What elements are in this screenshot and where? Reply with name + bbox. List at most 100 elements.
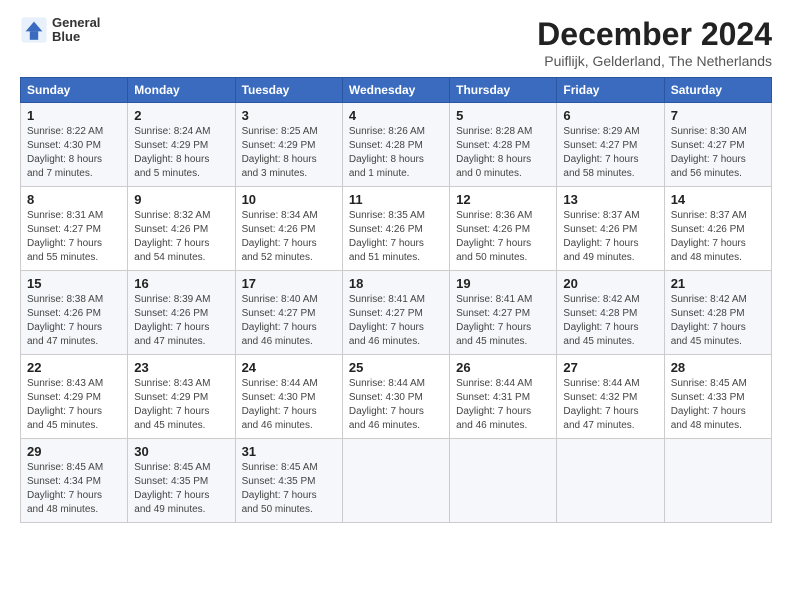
daylight-label: Daylight: 8 hours bbox=[242, 154, 317, 165]
col-header-wednesday: Wednesday bbox=[342, 78, 449, 103]
day-cell-3: 3Sunrise: 8:25 AMSunset: 4:29 PMDaylight… bbox=[235, 103, 342, 187]
day-detail: Sunrise: 8:44 AMSunset: 4:30 PMDaylight:… bbox=[242, 377, 336, 433]
sunset-text: Sunset: 4:28 PM bbox=[563, 308, 637, 319]
title-area: December 2024 Puiflijk, Gelderland, The … bbox=[537, 16, 772, 69]
sunrise-text: Sunrise: 8:24 AM bbox=[134, 126, 210, 137]
sunrise-text: Sunrise: 8:44 AM bbox=[563, 378, 639, 389]
day-cell-6: 6Sunrise: 8:29 AMSunset: 4:27 PMDaylight… bbox=[557, 103, 664, 187]
daylight-minutes: and 5 minutes. bbox=[134, 168, 200, 179]
day-number: 17 bbox=[242, 276, 336, 291]
day-number: 12 bbox=[456, 192, 550, 207]
day-detail: Sunrise: 8:41 AMSunset: 4:27 PMDaylight:… bbox=[349, 293, 443, 349]
daylight-label: Daylight: 7 hours bbox=[563, 322, 638, 333]
daylight-minutes: and 55 minutes. bbox=[27, 252, 98, 263]
sunrise-text: Sunrise: 8:25 AM bbox=[242, 126, 318, 137]
daylight-label: Daylight: 7 hours bbox=[563, 154, 638, 165]
day-number: 29 bbox=[27, 444, 121, 459]
day-number: 1 bbox=[27, 108, 121, 123]
daylight-label: Daylight: 8 hours bbox=[349, 154, 424, 165]
day-number: 10 bbox=[242, 192, 336, 207]
daylight-label: Daylight: 7 hours bbox=[671, 322, 746, 333]
day-detail: Sunrise: 8:28 AMSunset: 4:28 PMDaylight:… bbox=[456, 125, 550, 181]
day-cell-1: 1 Sunrise: 8:22 AMSunset: 4:30 PMDaylight… bbox=[21, 103, 128, 187]
sunset-text: Sunset: 4:35 PM bbox=[242, 476, 316, 487]
daylight-label: Daylight: 7 hours bbox=[349, 322, 424, 333]
day-number: 8 bbox=[27, 192, 121, 207]
day-detail: Sunrise: 8:41 AMSunset: 4:27 PMDaylight:… bbox=[456, 293, 550, 349]
daylight-minutes: and 45 minutes. bbox=[563, 336, 634, 347]
day-detail: Sunrise: 8:30 AMSunset: 4:27 PMDaylight:… bbox=[671, 125, 765, 181]
day-cell-4: 4Sunrise: 8:26 AMSunset: 4:28 PMDaylight… bbox=[342, 103, 449, 187]
sunset-text: Sunset: 4:26 PM bbox=[134, 224, 208, 235]
day-number: 22 bbox=[27, 360, 121, 375]
logo-text: General Blue bbox=[52, 16, 100, 45]
day-number: 13 bbox=[563, 192, 657, 207]
day-cell-10: 10 Sunrise: 8:34 AMSunset: 4:26 PMDayligh… bbox=[235, 187, 342, 271]
day-cell-31: 31Sunrise: 8:45 AMSunset: 4:35 PMDayligh… bbox=[235, 439, 342, 523]
daylight-minutes: and 52 minutes. bbox=[242, 252, 313, 263]
day-cell-5: 5Sunrise: 8:28 AMSunset: 4:28 PMDaylight… bbox=[450, 103, 557, 187]
day-detail: Sunrise: 8:34 AMSunset: 4:26 PMDaylight:… bbox=[242, 209, 336, 265]
sunrise-text: Sunrise: 8:42 AM bbox=[671, 294, 747, 305]
sunrise-text: Sunrise: 8:41 AM bbox=[349, 294, 425, 305]
col-header-friday: Friday bbox=[557, 78, 664, 103]
day-detail: Sunrise: 8:43 AMSunset: 4:29 PMDaylight:… bbox=[27, 377, 121, 433]
day-cell-29: 29 Sunrise: 8:45 AMSunset: 4:34 PMDayligh… bbox=[21, 439, 128, 523]
day-cell-26: 26Sunrise: 8:44 AMSunset: 4:31 PMDayligh… bbox=[450, 355, 557, 439]
daylight-label: Daylight: 7 hours bbox=[242, 490, 317, 501]
day-cell-7: 7 Sunrise: 8:30 AMSunset: 4:27 PMDaylight… bbox=[664, 103, 771, 187]
daylight-minutes: and 46 minutes. bbox=[456, 420, 527, 431]
day-detail: Sunrise: 8:45 AMSunset: 4:34 PMDaylight:… bbox=[27, 461, 121, 517]
day-number: 7 bbox=[671, 108, 765, 123]
day-detail: Sunrise: 8:44 AMSunset: 4:30 PMDaylight:… bbox=[349, 377, 443, 433]
day-number: 2 bbox=[134, 108, 228, 123]
day-number: 27 bbox=[563, 360, 657, 375]
col-header-tuesday: Tuesday bbox=[235, 78, 342, 103]
daylight-label: Daylight: 7 hours bbox=[349, 238, 424, 249]
day-number: 23 bbox=[134, 360, 228, 375]
daylight-label: Daylight: 7 hours bbox=[242, 322, 317, 333]
daylight-label: Daylight: 7 hours bbox=[456, 238, 531, 249]
empty-cell bbox=[450, 439, 557, 523]
logo: General Blue bbox=[20, 16, 100, 45]
day-number: 26 bbox=[456, 360, 550, 375]
day-detail: Sunrise: 8:26 AMSunset: 4:28 PMDaylight:… bbox=[349, 125, 443, 181]
header: General Blue December 2024 Puiflijk, Gel… bbox=[20, 16, 772, 69]
daylight-minutes: and 51 minutes. bbox=[349, 252, 420, 263]
day-cell-23: 23Sunrise: 8:43 AMSunset: 4:29 PMDayligh… bbox=[128, 355, 235, 439]
daylight-minutes: and 46 minutes. bbox=[242, 420, 313, 431]
calendar-week-1: 1 Sunrise: 8:22 AMSunset: 4:30 PMDaylight… bbox=[21, 103, 772, 187]
daylight-minutes: and 47 minutes. bbox=[134, 336, 205, 347]
day-cell-9: 9Sunrise: 8:32 AMSunset: 4:26 PMDaylight… bbox=[128, 187, 235, 271]
subtitle: Puiflijk, Gelderland, The Netherlands bbox=[537, 53, 772, 69]
sunset-text: Sunset: 4:27 PM bbox=[456, 308, 530, 319]
daylight-minutes: and 45 minutes. bbox=[671, 336, 742, 347]
sunset-text: Sunset: 4:30 PM bbox=[242, 392, 316, 403]
daylight-label: Daylight: 8 hours bbox=[27, 154, 102, 165]
sunset-text: Sunset: 4:28 PM bbox=[456, 140, 530, 151]
sunrise-text: Sunrise: 8:30 AM bbox=[671, 126, 747, 137]
calendar-week-5: 29 Sunrise: 8:45 AMSunset: 4:34 PMDayligh… bbox=[21, 439, 772, 523]
daylight-label: Daylight: 7 hours bbox=[134, 322, 209, 333]
sunset-text: Sunset: 4:26 PM bbox=[349, 224, 423, 235]
day-detail: Sunrise: 8:42 AMSunset: 4:28 PMDaylight:… bbox=[671, 293, 765, 349]
daylight-label: Daylight: 7 hours bbox=[671, 154, 746, 165]
sunrise-text: Sunrise: 8:44 AM bbox=[242, 378, 318, 389]
day-detail: Sunrise: 8:24 AMSunset: 4:29 PMDaylight:… bbox=[134, 125, 228, 181]
day-cell-13: 13Sunrise: 8:37 AMSunset: 4:26 PMDayligh… bbox=[557, 187, 664, 271]
col-header-saturday: Saturday bbox=[664, 78, 771, 103]
sunset-text: Sunset: 4:26 PM bbox=[563, 224, 637, 235]
sunrise-text: Sunrise: 8:34 AM bbox=[242, 210, 318, 221]
sunset-text: Sunset: 4:33 PM bbox=[671, 392, 745, 403]
day-detail: Sunrise: 8:22 AMSunset: 4:30 PMDaylight:… bbox=[27, 125, 121, 181]
day-cell-21: 21Sunrise: 8:42 AMSunset: 4:28 PMDayligh… bbox=[664, 271, 771, 355]
day-detail: Sunrise: 8:44 AMSunset: 4:32 PMDaylight:… bbox=[563, 377, 657, 433]
day-number: 24 bbox=[242, 360, 336, 375]
day-cell-22: 22 Sunrise: 8:43 AMSunset: 4:29 PMDayligh… bbox=[21, 355, 128, 439]
sunset-text: Sunset: 4:29 PM bbox=[134, 392, 208, 403]
sunset-text: Sunset: 4:26 PM bbox=[134, 308, 208, 319]
daylight-label: Daylight: 7 hours bbox=[134, 238, 209, 249]
daylight-label: Daylight: 7 hours bbox=[27, 490, 102, 501]
day-number: 15 bbox=[27, 276, 121, 291]
col-header-sunday: Sunday bbox=[21, 78, 128, 103]
